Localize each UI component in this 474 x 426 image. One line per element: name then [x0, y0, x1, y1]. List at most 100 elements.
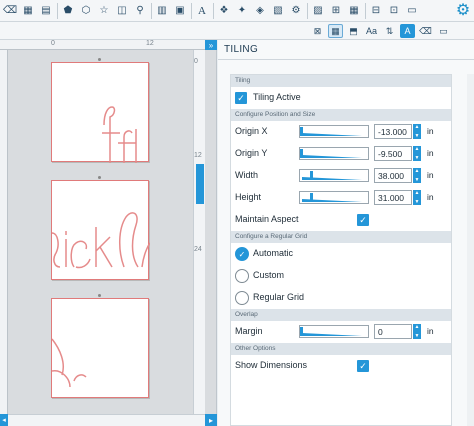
- drawer-icon[interactable]: ⊡: [387, 4, 401, 18]
- section-grid: Configure a Regular Grid: [231, 231, 451, 243]
- tile-handle[interactable]: [98, 294, 101, 297]
- height-input[interactable]: 31.000: [374, 190, 412, 205]
- origin-y-input[interactable]: -9.500: [374, 146, 412, 161]
- trace-icon[interactable]: ◈: [253, 4, 267, 18]
- scroll-left-icon[interactable]: ◂: [0, 414, 8, 426]
- origin-x-spinner[interactable]: ▲ ▼: [413, 124, 421, 139]
- tiling-panel-icon[interactable]: ▦: [328, 24, 343, 38]
- text-style-icon[interactable]: Aa: [364, 24, 379, 38]
- hatch-icon[interactable]: ▥: [155, 4, 169, 18]
- text-icon[interactable]: A: [195, 4, 209, 18]
- grid-fine-icon[interactable]: ▤: [39, 4, 53, 18]
- grid-large-icon[interactable]: ▦: [347, 4, 361, 18]
- panel-title: TILING: [218, 40, 474, 60]
- layers-icon[interactable]: ▣: [173, 4, 187, 18]
- tiling-active-label: Tiling Active: [253, 92, 301, 102]
- show-dimensions-label: Show Dimensions: [235, 360, 308, 370]
- eraser-icon[interactable]: ⌫: [3, 4, 17, 18]
- screen-icon[interactable]: ▭: [436, 24, 451, 38]
- ruler-top-label: 12: [146, 40, 154, 47]
- unit-label: in: [427, 326, 434, 336]
- panel-scrollbar[interactable]: [467, 74, 474, 426]
- tile-handle[interactable]: [98, 176, 101, 179]
- flip-icon[interactable]: ⇅: [382, 24, 397, 38]
- settings-gear-icon[interactable]: ⚙: [454, 1, 472, 19]
- polygon-icon[interactable]: ⬡: [79, 4, 93, 18]
- show-dimensions-row: Show Dimensions ✓: [231, 355, 451, 377]
- library-icon[interactable]: ⊠: [310, 24, 325, 38]
- width-input[interactable]: 38.000: [374, 168, 412, 183]
- pentagon-icon[interactable]: ⬟: [61, 4, 75, 18]
- star-icon[interactable]: ☆: [97, 4, 111, 18]
- field-label: Origin X: [235, 126, 268, 136]
- origin-y-slider[interactable]: [299, 147, 369, 160]
- table-icon[interactable]: ⊟: [369, 4, 383, 18]
- origin-x-slider[interactable]: [299, 125, 369, 138]
- radio-label: Custom: [253, 270, 285, 280]
- weld-icon[interactable]: ❖: [217, 4, 231, 18]
- radio-custom-row: Custom: [231, 265, 451, 287]
- section-tiling: Tiling: [231, 75, 451, 87]
- tiling-active-row: ✓ Tiling Active: [231, 87, 451, 109]
- tiling-active-checkbox[interactable]: ✓: [235, 92, 247, 104]
- radio-regular-grid[interactable]: [235, 291, 249, 305]
- modify-icon[interactable]: ▨: [311, 4, 325, 18]
- transform-icon[interactable]: ⊞: [329, 4, 343, 18]
- radio-regular-grid-row: Regular Grid: [231, 287, 451, 309]
- shape-icon[interactable]: ◫: [115, 4, 129, 18]
- origin-y-row: Origin Y -9.500 ▲ ▼ in: [231, 143, 451, 165]
- maintain-aspect-checkbox[interactable]: ✓: [357, 214, 369, 226]
- panel-icon[interactable]: ▭: [405, 4, 419, 18]
- margin-slider[interactable]: [299, 325, 369, 338]
- margin-input[interactable]: 0: [374, 324, 412, 339]
- ruler-side-label: 12: [194, 152, 202, 159]
- section-overlap: Overlap: [231, 309, 451, 321]
- grid-icon[interactable]: ▦: [21, 4, 35, 18]
- scroll-thumb[interactable]: [196, 164, 204, 204]
- panel-body: Tiling ✓ Tiling Active Configure Positio…: [230, 74, 452, 426]
- send-icon[interactable]: ⬒: [346, 24, 361, 38]
- radio-automatic[interactable]: ✓: [235, 247, 249, 261]
- show-dimensions-checkbox[interactable]: ✓: [357, 360, 369, 372]
- maintain-aspect-row: Maintain Aspect ✓: [231, 209, 451, 231]
- height-spinner[interactable]: ▲ ▼: [413, 190, 421, 205]
- font-icon[interactable]: A: [400, 24, 415, 38]
- unit-label: in: [427, 192, 434, 202]
- node-icon[interactable]: ⚲: [133, 4, 147, 18]
- tile-page[interactable]: [51, 180, 150, 280]
- height-slider[interactable]: [299, 191, 369, 204]
- offset-icon[interactable]: ✦: [235, 4, 249, 18]
- unit-label: in: [427, 170, 434, 180]
- canvas-vertical-scrollbar[interactable]: [193, 50, 205, 414]
- height-row: Height 31.000 ▲ ▼ in: [231, 187, 451, 209]
- eraser-tool-icon[interactable]: ⌫: [418, 24, 433, 38]
- field-label: Origin Y: [235, 148, 268, 158]
- margin-row: Margin 0 ▲ ▼ in: [231, 321, 451, 343]
- radio-label: Automatic: [253, 248, 294, 258]
- width-row: Width 38.000 ▲ ▼ in: [231, 165, 451, 187]
- width-slider[interactable]: [299, 169, 369, 182]
- section-position: Configure Position and Size: [231, 109, 451, 121]
- section-other: Other Options: [231, 343, 451, 355]
- canvas-horizontal-scrollbar[interactable]: [8, 414, 205, 426]
- main-toolbar: ⌫ ▦ ▤ ⬟ ⬡ ☆ ◫ ⚲ ▥ ▣ A ❖ ✦ ◈ ▧ ⚙ ▨ ⊞ ▦ ⊟ …: [0, 0, 474, 22]
- align-icon[interactable]: ▧: [271, 4, 285, 18]
- collapse-arrow-icon[interactable]: »: [205, 40, 217, 50]
- scroll-right-icon[interactable]: ▸: [205, 414, 217, 426]
- margin-spinner[interactable]: ▲ ▼: [413, 324, 421, 339]
- width-spinner[interactable]: ▲ ▼: [413, 168, 421, 183]
- replicate-icon[interactable]: ⚙: [289, 4, 303, 18]
- ruler-side-label: 24: [194, 246, 202, 253]
- field-label: Width: [235, 170, 259, 180]
- ruler-side-label: 0: [194, 58, 198, 65]
- top-ruler: 0 12: [0, 40, 205, 50]
- tile-page[interactable]: [51, 298, 149, 398]
- tile-page[interactable]: [51, 62, 149, 163]
- radio-custom[interactable]: [235, 269, 249, 283]
- maintain-aspect-label: Maintain Aspect: [235, 214, 299, 224]
- ruler-top-label: 0: [51, 40, 55, 47]
- design-canvas[interactable]: 0 12 » 0 12 24 ◂ ▸: [0, 40, 217, 426]
- origin-x-input[interactable]: -13.000: [374, 124, 412, 139]
- tile-handle[interactable]: [98, 58, 101, 61]
- origin-y-spinner[interactable]: ▲ ▼: [413, 146, 421, 161]
